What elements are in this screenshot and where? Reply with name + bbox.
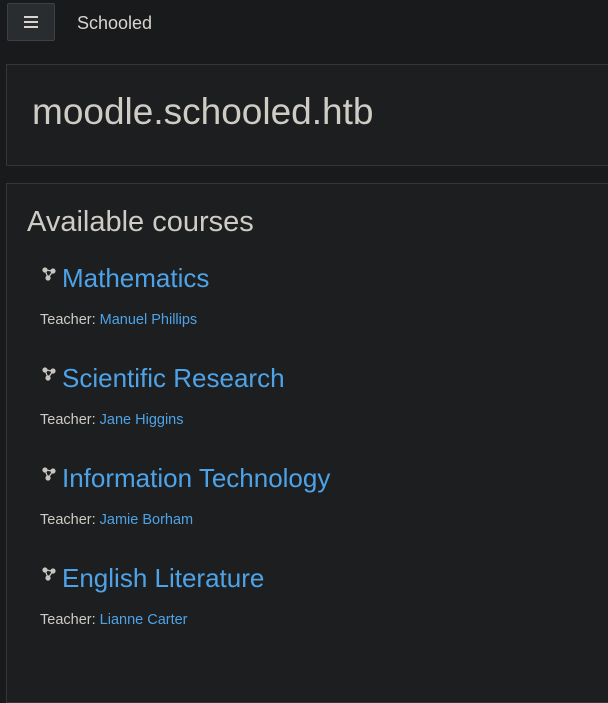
page-title: moodle.schooled.htb bbox=[32, 91, 374, 132]
course-link-information-technology[interactable]: Information Technology bbox=[62, 463, 330, 494]
teacher-label: Teacher: bbox=[40, 612, 96, 628]
course-item: Mathematics Teacher: Manuel Phillips bbox=[40, 262, 600, 329]
course-icon bbox=[42, 467, 56, 481]
teacher-row: Teacher: Jamie Borham bbox=[40, 512, 600, 528]
teacher-label: Teacher: bbox=[40, 512, 96, 528]
site-name-link[interactable]: Schooled bbox=[77, 13, 152, 34]
teacher-row: Teacher: Jane Higgins bbox=[40, 412, 600, 428]
course-name-row: Mathematics bbox=[40, 262, 600, 294]
course-name-row: English Literature bbox=[40, 562, 600, 594]
available-courses-section: Available courses Mathematics Teacher: M… bbox=[6, 183, 608, 703]
teacher-row: Teacher: Lianne Carter bbox=[40, 612, 600, 628]
top-navbar: Schooled bbox=[0, 0, 608, 48]
section-title: Available courses bbox=[27, 206, 254, 238]
course-name-row: Information Technology bbox=[40, 462, 600, 494]
course-icon bbox=[42, 567, 56, 581]
teacher-label: Teacher: bbox=[40, 412, 96, 428]
course-link-mathematics[interactable]: Mathematics bbox=[62, 263, 209, 294]
course-link-english-literature[interactable]: English Literature bbox=[62, 563, 264, 594]
teacher-link[interactable]: Manuel Phillips bbox=[100, 312, 198, 328]
course-icon bbox=[42, 367, 56, 381]
course-item: Scientific Research Teacher: Jane Higgin… bbox=[40, 362, 600, 429]
teacher-label: Teacher: bbox=[40, 312, 96, 328]
teacher-row: Teacher: Manuel Phillips bbox=[40, 312, 600, 328]
course-name-row: Scientific Research bbox=[40, 362, 600, 394]
teacher-link[interactable]: Lianne Carter bbox=[100, 612, 188, 628]
course-icon bbox=[42, 267, 56, 281]
teacher-link[interactable]: Jane Higgins bbox=[100, 412, 184, 428]
page-header: moodle.schooled.htb bbox=[6, 64, 608, 166]
hamburger-icon bbox=[24, 16, 38, 28]
menu-toggle-button[interactable] bbox=[7, 3, 55, 41]
course-item: Information Technology Teacher: Jamie Bo… bbox=[40, 462, 600, 529]
course-item: English Literature Teacher: Lianne Carte… bbox=[40, 562, 600, 629]
teacher-link[interactable]: Jamie Borham bbox=[100, 512, 193, 528]
course-link-scientific-research[interactable]: Scientific Research bbox=[62, 363, 285, 394]
